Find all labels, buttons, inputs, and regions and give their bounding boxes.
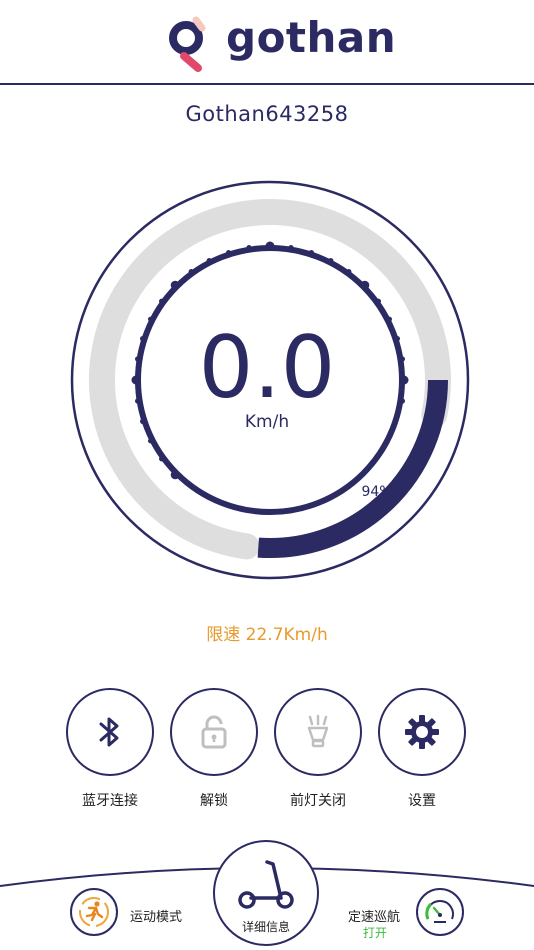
gauge-tick-dot (375, 298, 381, 304)
sport-mode-label: 运动模式 (130, 910, 183, 925)
gauge-tick-dot (328, 258, 334, 264)
gauge-tick-dot (226, 250, 232, 256)
bottom-nav: 运动模式 详细信息 定速巡航 打开 (0, 840, 534, 950)
gear-icon (405, 715, 439, 749)
unlock-icon (201, 715, 227, 749)
sport-mode-button[interactable] (70, 888, 118, 936)
gauge-tick-dot (288, 245, 294, 251)
unlock-button[interactable] (170, 688, 258, 776)
gauge-tick-dot (148, 438, 154, 444)
cruise-control-button[interactable] (416, 888, 464, 936)
battery-percent: 94% (361, 484, 393, 500)
gauge-tick-dot (159, 456, 165, 462)
gauge-tick-dot (360, 280, 370, 290)
speed-value: 0.0 (198, 318, 336, 418)
bluetooth-icon (99, 717, 119, 747)
gauge-tick-dot (188, 269, 194, 275)
control-unlock[interactable]: 解锁 (170, 688, 262, 810)
brand-name: gothan (226, 13, 397, 62)
gothan-logo-icon (169, 16, 206, 72)
control-headlight[interactable]: 前灯关闭 (274, 688, 366, 810)
gauge-tick-dot (346, 269, 352, 275)
cruise-control-label: 定速巡航 (348, 910, 401, 925)
speed-limit-text: 限速 22.7Km/h (206, 625, 328, 645)
control-settings[interactable]: 设置 (378, 688, 470, 810)
gauge-tick-dot (170, 280, 180, 290)
header-divider (0, 83, 534, 85)
gauge-tick-dot (246, 245, 252, 251)
app-header: gothan (0, 0, 534, 86)
gauge-tick-dot (170, 470, 180, 480)
gauge-tick-dot (159, 298, 165, 304)
headlight-button[interactable] (274, 688, 362, 776)
gauge-tick-dot (265, 241, 275, 251)
settings-button[interactable] (378, 688, 466, 776)
gauge-tick-dot (206, 258, 212, 264)
bluetooth-button[interactable] (66, 688, 154, 776)
headlight-label: 前灯关闭 (290, 793, 346, 809)
headlight-icon (307, 714, 329, 748)
speed-unit: Km/h (244, 412, 290, 432)
gauge-tick-dot (308, 250, 314, 256)
settings-label: 设置 (408, 793, 436, 809)
cruise-control-status: 打开 (363, 926, 388, 940)
device-name: Gothan643258 (185, 102, 349, 126)
details-label: 详细信息 (241, 920, 290, 934)
unlock-label: 解锁 (200, 793, 228, 809)
scooter-icon (238, 860, 294, 909)
bluetooth-label: 蓝牙连接 (82, 793, 138, 809)
control-bluetooth[interactable]: 蓝牙连接 (66, 688, 158, 810)
speedometer-icon (425, 900, 454, 923)
sport-mode-icon (79, 897, 109, 927)
